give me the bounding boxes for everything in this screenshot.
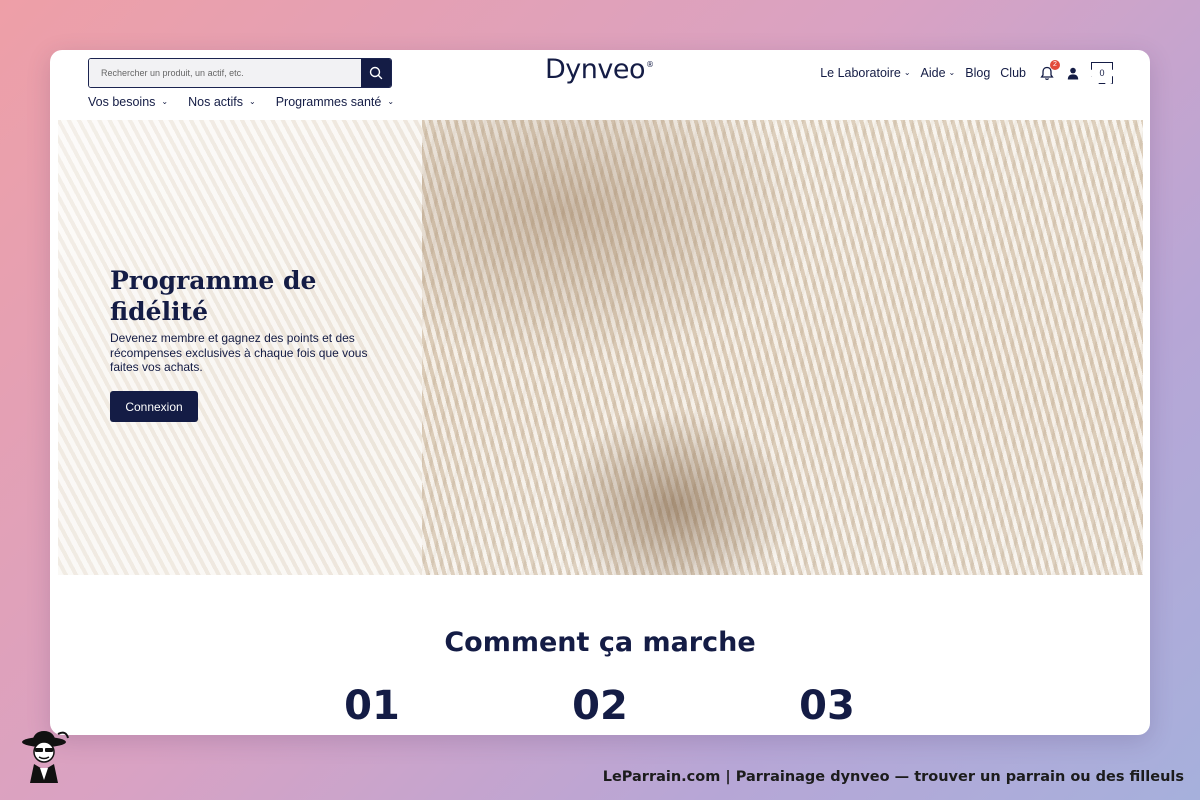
hero-title: Programme de fidélité (110, 266, 317, 326)
page-card: Dynveo® Le Laboratoire ⌄ Aide ⌄ Blog Clu… (50, 50, 1150, 735)
hero-description: Devenez membre et gagnez des points et d… (110, 331, 368, 374)
search-button[interactable] (361, 59, 391, 87)
nav-blog-label: Blog (965, 66, 991, 80)
nav-club-label: Club (1000, 66, 1026, 80)
brand-logo-text: Dynveo (545, 54, 646, 85)
step-number: 02 (572, 683, 628, 729)
chevron-down-icon: ⌄ (161, 96, 169, 106)
brand-logo[interactable]: Dynveo® (545, 54, 654, 85)
cart-count: 0 (1099, 68, 1105, 78)
section-title: Comment ça marche (444, 627, 756, 658)
hero-mushroom-image (422, 120, 1143, 575)
notifications-button[interactable]: 2 (1038, 60, 1060, 82)
chevron-down-icon: ⌄ (948, 67, 956, 77)
hero-banner: Programme de fidélité Devenez membre et … (58, 120, 1143, 575)
footer-caption: LeParrain.com | Parrainage dynveo — trou… (602, 769, 1184, 785)
chevron-down-icon: ⌄ (249, 96, 256, 106)
nav-laboratoire[interactable]: Le Laboratoire ⌄ (820, 66, 910, 80)
category-nav: Vos besoins ⌄ Nos actifs ⌄ Programmes sa… (88, 95, 394, 109)
cart-button[interactable]: 0 (1092, 63, 1112, 83)
search-icon (369, 66, 383, 80)
subnav-label: Vos besoins (88, 95, 156, 109)
leparrain-mascot-icon (22, 731, 69, 783)
step-number: 03 (799, 683, 855, 729)
step-number: 01 (344, 683, 400, 729)
subnav-nos-actifs[interactable]: Nos actifs ⌄ (188, 95, 256, 109)
nav-laboratoire-label: Le Laboratoire (820, 66, 901, 80)
search-bar (88, 58, 392, 88)
subnav-programmes-sante[interactable]: Programmes santé ⌄ (276, 95, 394, 109)
user-icon (1067, 67, 1079, 79)
top-nav: Le Laboratoire ⌄ Aide ⌄ Blog Club 2 0 (820, 60, 1112, 83)
nav-aide-label: Aide (920, 66, 946, 80)
chevron-down-icon: ⌄ (387, 96, 395, 106)
nav-club[interactable]: Club (1000, 66, 1026, 80)
subnav-label: Nos actifs (188, 95, 244, 109)
nav-blog[interactable]: Blog (965, 66, 990, 80)
subnav-vos-besoins[interactable]: Vos besoins ⌄ (88, 95, 168, 109)
login-button[interactable]: Connexion (110, 391, 198, 422)
nav-aide[interactable]: Aide ⌄ (921, 66, 956, 80)
registered-mark: ® (646, 60, 654, 69)
account-button[interactable] (1064, 64, 1082, 82)
chevron-down-icon: ⌄ (903, 67, 911, 77)
notification-badge: 2 (1050, 60, 1060, 70)
subnav-label: Programmes santé (275, 95, 382, 109)
search-input[interactable] (89, 59, 361, 87)
